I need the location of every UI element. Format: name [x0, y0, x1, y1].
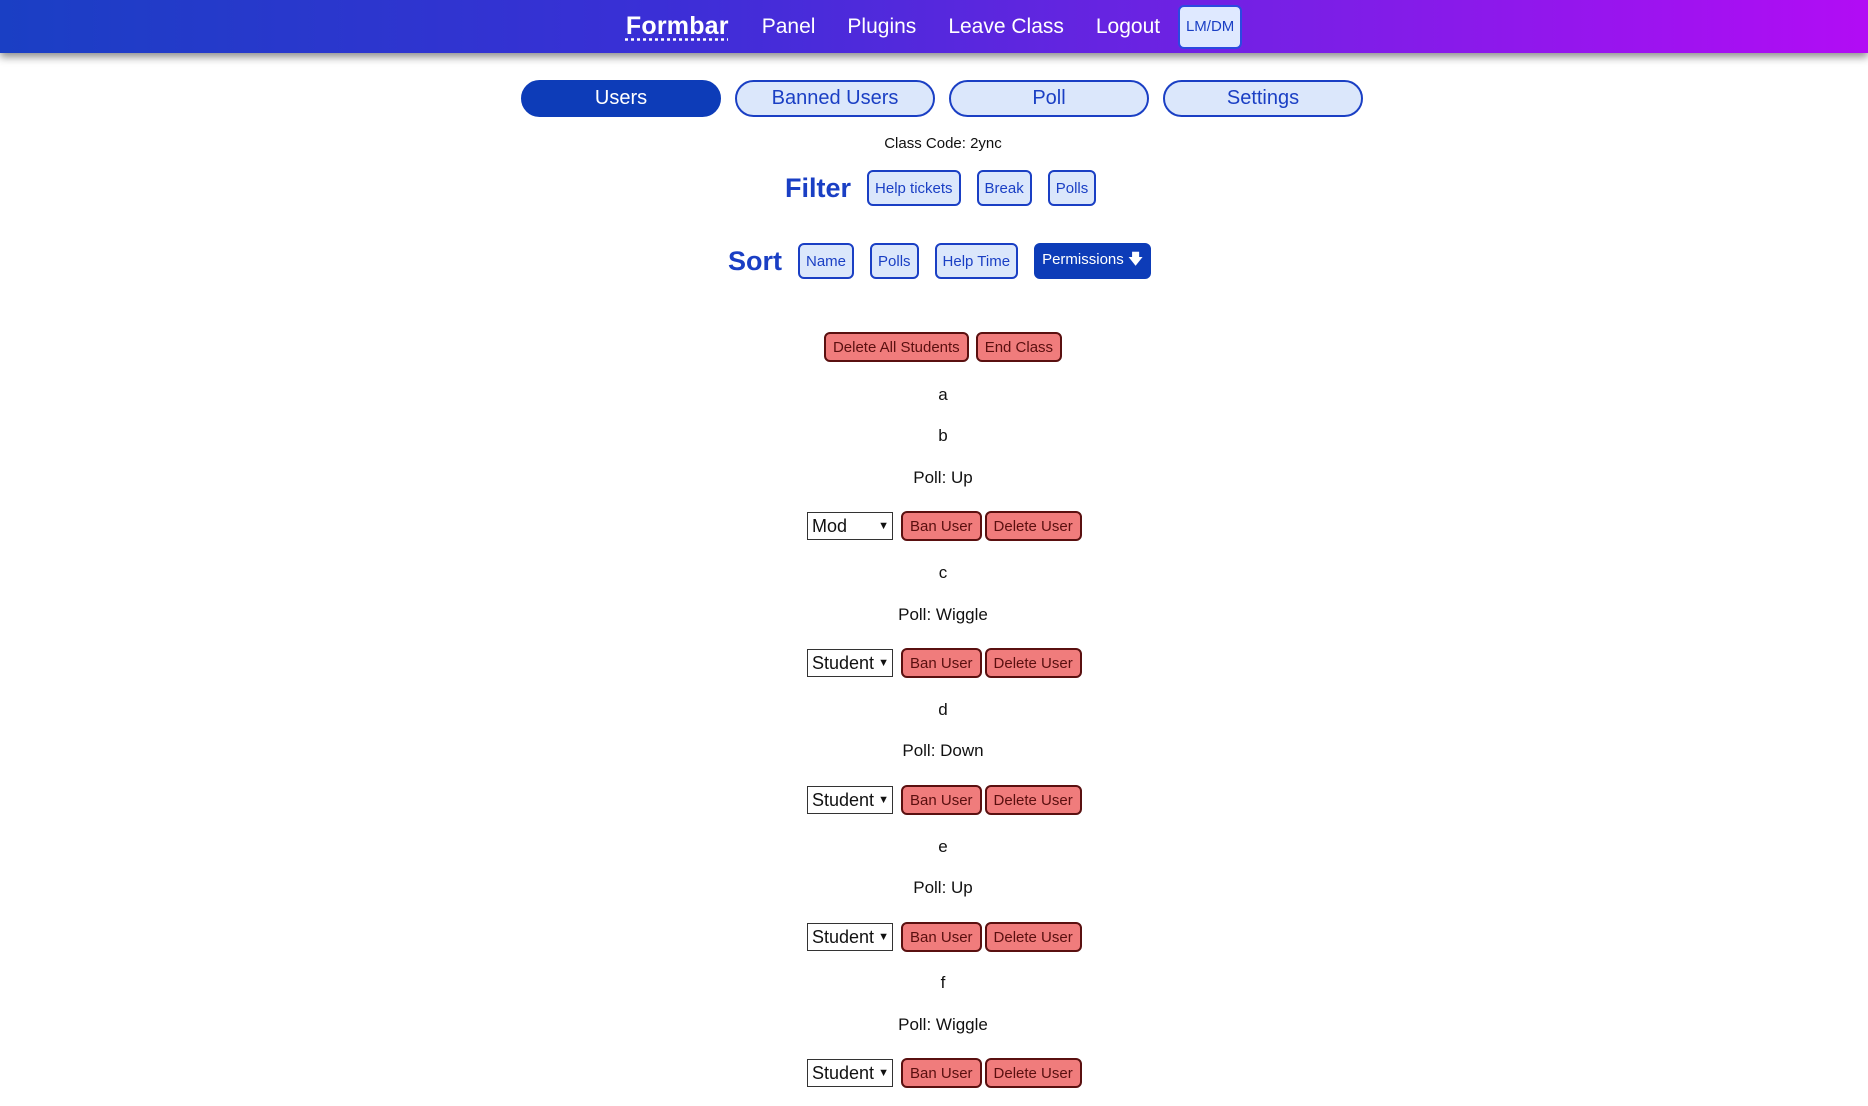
tab-users[interactable]: Users	[521, 80, 721, 117]
user-name-a: a	[938, 385, 948, 404]
theme-toggle-button[interactable]: LM/DM	[1178, 4, 1243, 49]
user-controls-b: Mod ▼ Ban User Delete User	[807, 511, 1082, 541]
permission-select[interactable]: Student ▼	[807, 923, 893, 951]
chevron-down-icon: ▼	[878, 1067, 889, 1079]
permission-select[interactable]: Student ▼	[807, 786, 893, 814]
ban-user-button[interactable]: Ban User	[901, 648, 982, 678]
user-name-c: c	[938, 563, 948, 582]
user-poll-d: Poll: Down	[902, 741, 984, 760]
chevron-down-icon: ▼	[878, 657, 889, 669]
nav-plugins[interactable]: Plugins	[847, 15, 916, 39]
nav-logout[interactable]: Logout	[1096, 15, 1160, 39]
brand-link[interactable]: Formbar	[626, 12, 729, 41]
user-poll-b: Poll: Up	[913, 468, 973, 487]
user-name-b: b	[938, 426, 948, 445]
panel-tabs: Users Banned Users Poll Settings	[521, 80, 1363, 117]
tab-banned-users[interactable]: Banned Users	[735, 80, 935, 117]
end-class-button[interactable]: End Class	[975, 332, 1063, 362]
delete-user-button[interactable]: Delete User	[984, 648, 1082, 678]
user-controls-d: Student ▼ Ban User Delete User	[807, 785, 1082, 815]
delete-user-button[interactable]: Delete User	[984, 785, 1082, 815]
filter-row: Filter Help tickets Break Polls	[785, 170, 1112, 206]
delete-user-button[interactable]: Delete User	[984, 922, 1082, 952]
sort-row: Sort Name Polls Help Time Permissions 🡇	[728, 243, 1167, 279]
user-poll-c: Poll: Wiggle	[898, 605, 988, 624]
ban-user-button[interactable]: Ban User	[901, 1058, 982, 1088]
chevron-down-icon: ▼	[878, 794, 889, 806]
delete-user-button[interactable]: Delete User	[984, 1058, 1082, 1088]
filter-help-tickets[interactable]: Help tickets	[867, 170, 961, 206]
user-poll-f: Poll: Wiggle	[898, 1015, 988, 1034]
filter-polls[interactable]: Polls	[1047, 170, 1097, 206]
sort-permissions[interactable]: Permissions 🡇	[1034, 243, 1152, 279]
user-controls-c: Student ▼ Ban User Delete User	[807, 648, 1082, 678]
delete-all-students-button[interactable]: Delete All Students	[823, 332, 969, 362]
ban-user-button[interactable]: Ban User	[901, 511, 982, 541]
chevron-down-icon: ▼	[878, 931, 889, 943]
tab-settings[interactable]: Settings	[1163, 80, 1363, 117]
class-code: Class Code: 2ync	[884, 135, 1002, 152]
user-poll-e: Poll: Up	[913, 878, 973, 897]
nav-leave-class[interactable]: Leave Class	[948, 15, 1064, 39]
permission-select[interactable]: Mod ▼	[807, 512, 893, 540]
ban-user-button[interactable]: Ban User	[901, 922, 982, 952]
user-name-f: f	[940, 973, 946, 992]
user-controls-e: Student ▼ Ban User Delete User	[807, 922, 1082, 952]
chevron-down-icon: ▼	[878, 520, 889, 532]
sort-help-time[interactable]: Help Time	[934, 243, 1019, 279]
sort-title: Sort	[728, 245, 782, 276]
user-name-d: d	[938, 700, 948, 719]
sort-polls[interactable]: Polls	[870, 243, 919, 279]
user-controls-f: Student ▼ Ban User Delete User	[807, 1058, 1082, 1088]
permission-select[interactable]: Student ▼	[807, 1059, 893, 1087]
tab-poll[interactable]: Poll	[949, 80, 1149, 117]
filter-title: Filter	[785, 172, 852, 203]
top-navbar: Formbar Panel Plugins Leave Class Logout…	[0, 0, 1868, 53]
user-name-e: e	[938, 837, 948, 856]
filter-break[interactable]: Break	[976, 170, 1032, 206]
nav-panel[interactable]: Panel	[762, 15, 816, 39]
sort-name[interactable]: Name	[798, 243, 855, 279]
ban-user-button[interactable]: Ban User	[901, 785, 982, 815]
delete-user-button[interactable]: Delete User	[984, 511, 1082, 541]
class-actions: Delete All Students End Class	[0, 332, 1868, 362]
permission-select[interactable]: Student ▼	[807, 649, 893, 677]
